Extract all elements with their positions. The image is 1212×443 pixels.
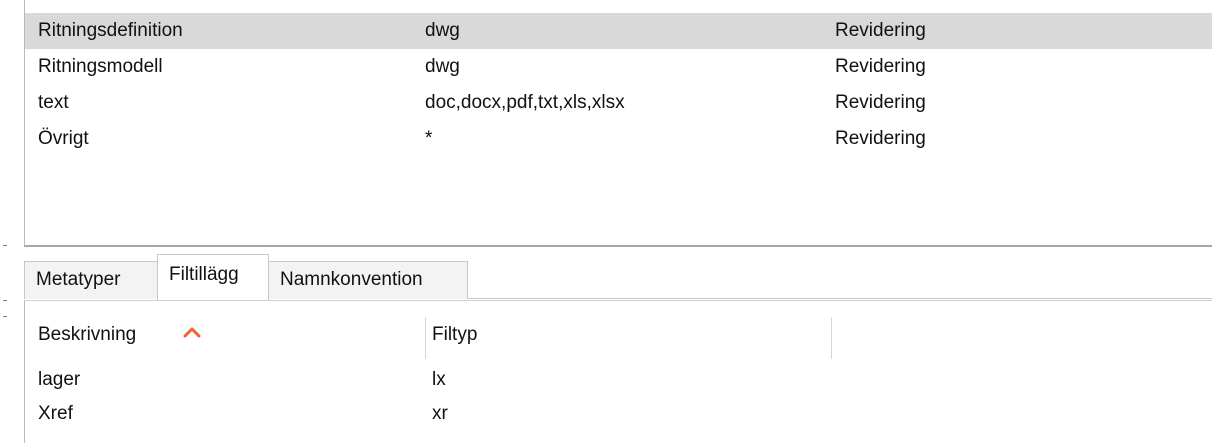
document-type-kind: Revidering xyxy=(835,92,926,113)
column-divider[interactable] xyxy=(831,317,832,359)
column-header-beskrivning[interactable]: Beskrivning xyxy=(38,311,136,359)
file-extension-settings-panel: Ritningsdefinition dwg Revidering Ritnin… xyxy=(0,0,1212,443)
splitter-handle[interactable] xyxy=(3,245,7,246)
tab-namnkonvention[interactable]: Namnkonvention xyxy=(268,261,468,299)
column-header-filtyp[interactable]: Filtyp xyxy=(432,311,477,359)
document-type-extensions: dwg xyxy=(425,56,460,77)
column-divider[interactable] xyxy=(425,317,426,359)
tab-metatyper[interactable]: Metatyper xyxy=(24,261,158,299)
document-type-kind: Revidering xyxy=(835,128,926,149)
tab-label: Metatyper xyxy=(36,269,121,290)
document-type-row[interactable]: text doc,docx,pdf,txt,xls,xlsx Reviderin… xyxy=(25,85,1212,121)
document-type-name: text xyxy=(38,92,69,113)
tab-filtillagg[interactable]: Filtillägg xyxy=(157,254,269,300)
document-type-extensions: * xyxy=(425,128,433,149)
splitter-handle[interactable] xyxy=(3,316,7,317)
tab-label: Namnkonvention xyxy=(280,269,423,290)
row-description: Xref xyxy=(38,403,73,424)
document-type-kind: Revidering xyxy=(835,20,926,41)
row-filetype: xr xyxy=(432,403,448,424)
file-extension-grid[interactable]: Beskrivning Filtyp lager lx Xref xr xyxy=(24,300,1212,443)
document-type-list[interactable]: Ritningsdefinition dwg Revidering Ritnin… xyxy=(24,0,1212,247)
document-type-kind: Revidering xyxy=(835,56,926,77)
grid-header: Beskrivning Filtyp xyxy=(25,311,1212,359)
document-type-row[interactable]: Övrigt * Revidering xyxy=(25,121,1212,157)
row-filetype: lx xyxy=(432,369,446,390)
document-type-row[interactable]: Ritningsdefinition dwg Revidering xyxy=(25,13,1212,49)
document-type-extensions: doc,docx,pdf,txt,xls,xlsx xyxy=(425,92,625,113)
document-type-row[interactable]: Ritningsmodell dwg Revidering xyxy=(25,49,1212,85)
table-row[interactable]: lager lx xyxy=(25,363,1212,397)
document-type-name: Ritningsdefinition xyxy=(38,20,183,41)
table-row[interactable]: Xref xr xyxy=(25,397,1212,431)
chevron-up-icon[interactable] xyxy=(183,326,201,338)
document-type-extensions: dwg xyxy=(425,20,460,41)
tab-strip: Metatyper Filtillägg Namnkonvention xyxy=(24,252,1212,300)
document-type-name: Ritningsmodell xyxy=(38,56,163,77)
document-type-name: Övrigt xyxy=(38,128,89,149)
tab-label: Filtillägg xyxy=(169,264,239,285)
splitter-handle[interactable] xyxy=(3,300,7,301)
row-description: lager xyxy=(38,369,81,390)
